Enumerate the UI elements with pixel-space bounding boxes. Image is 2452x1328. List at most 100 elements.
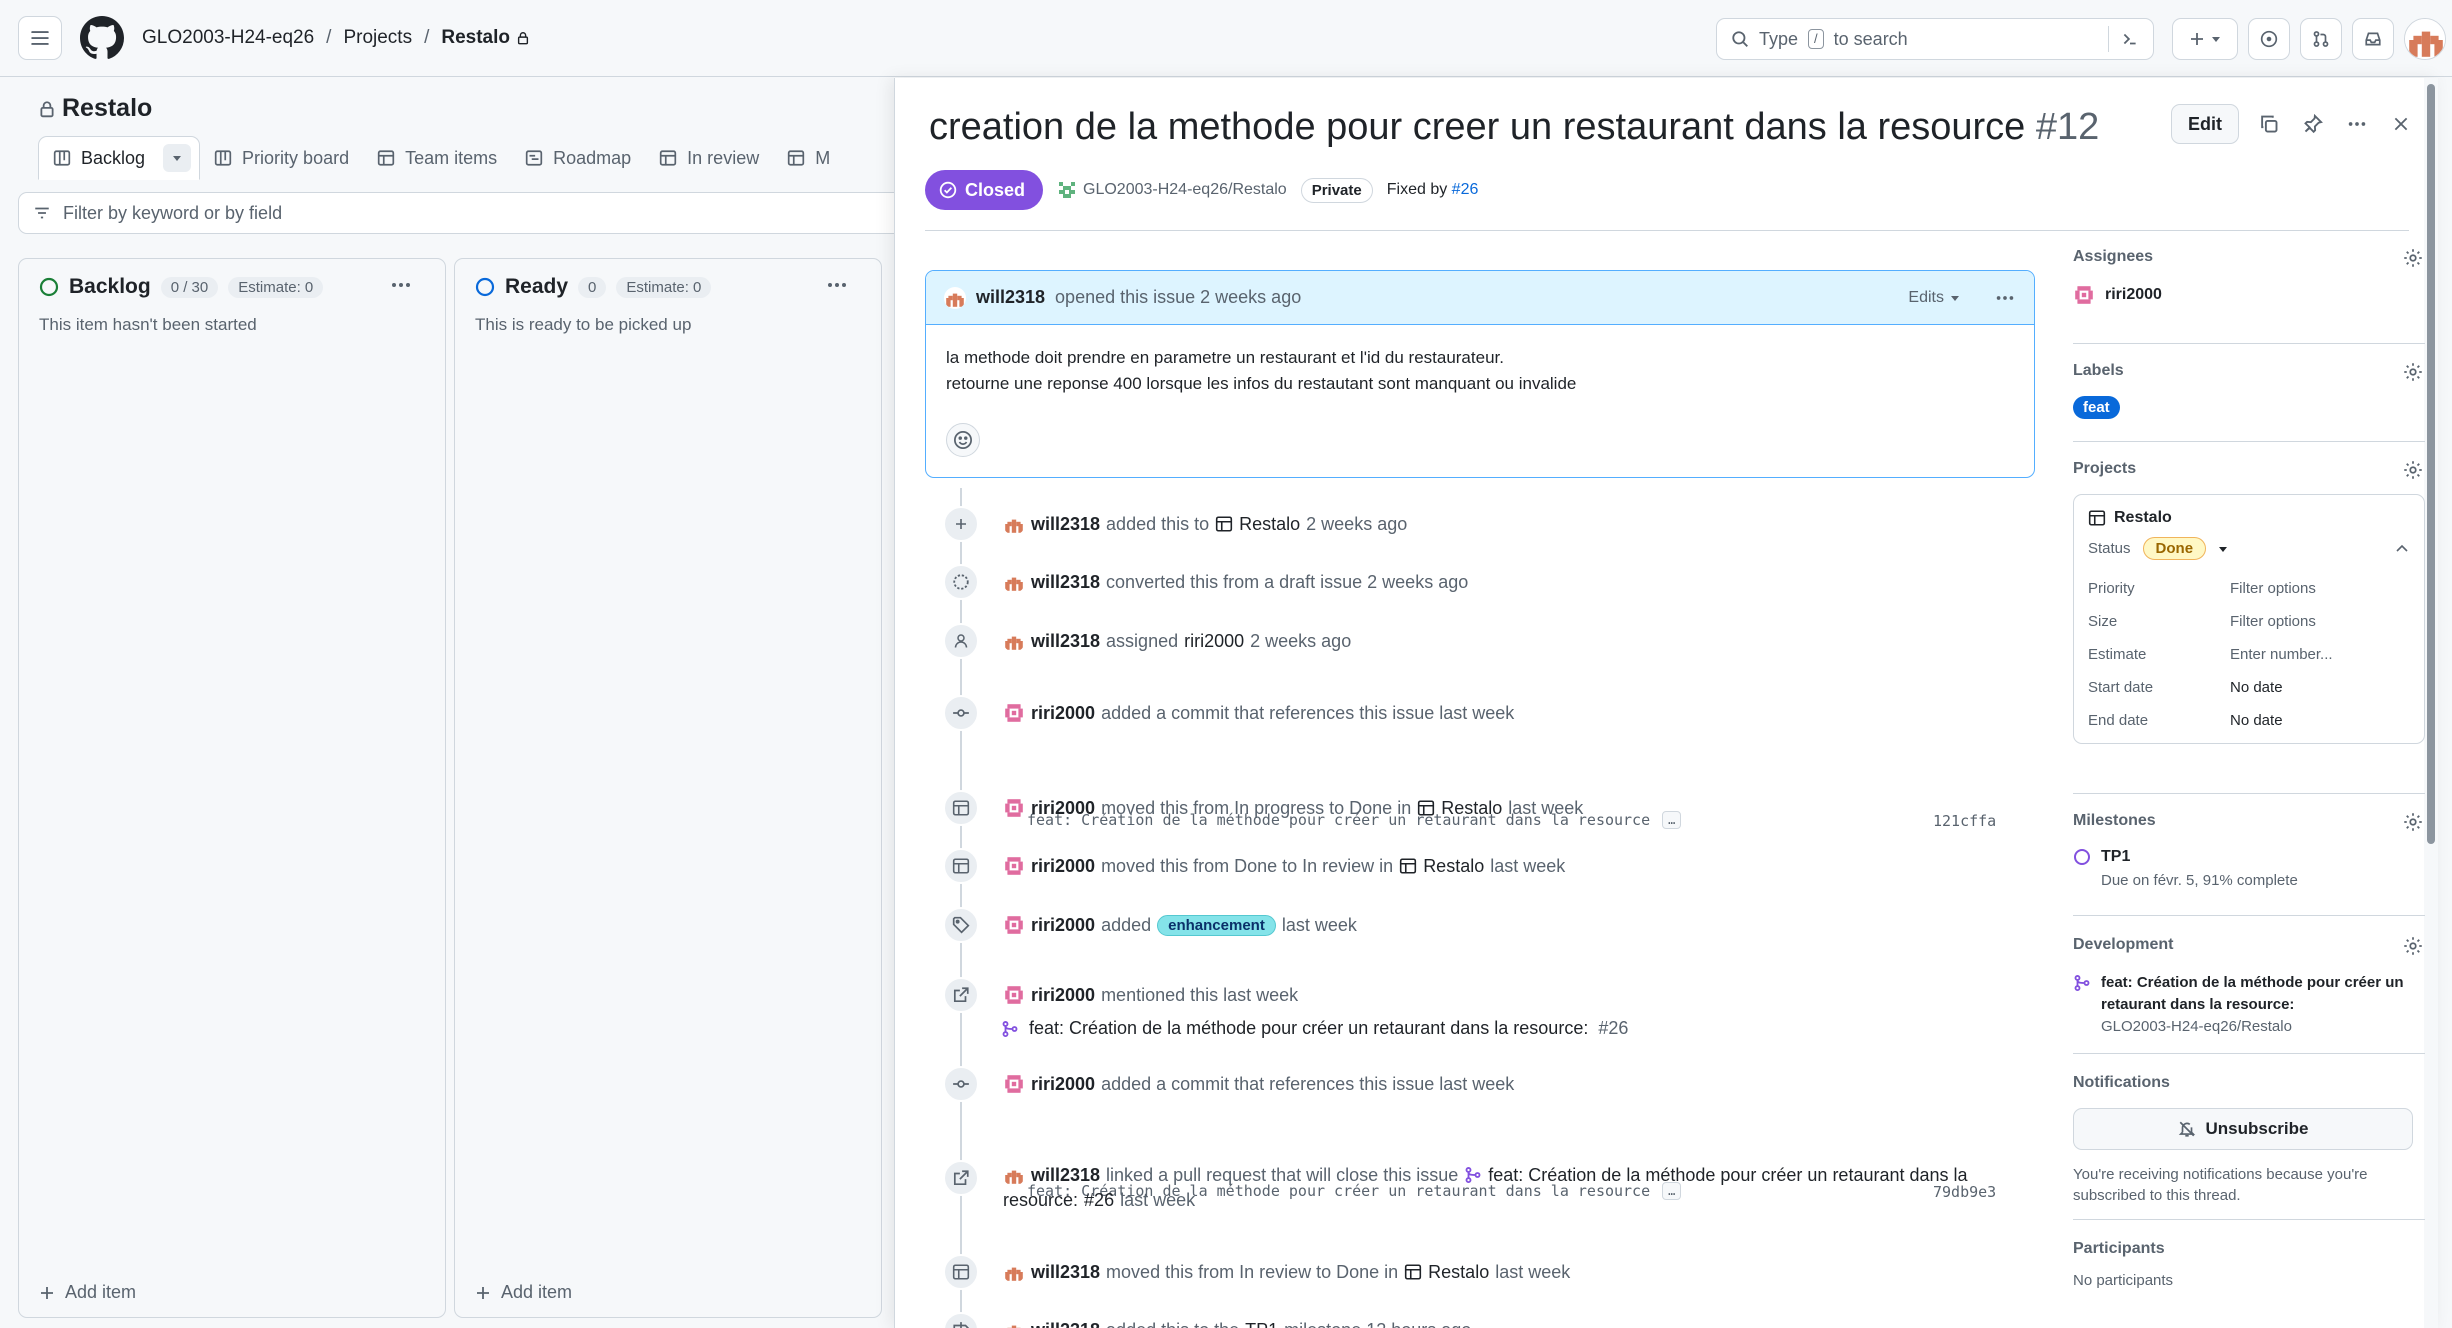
milestone-link[interactable]: TP1 bbox=[2073, 848, 2425, 866]
avatar[interactable] bbox=[1003, 702, 1025, 724]
event-user[interactable]: riri2000 bbox=[1031, 798, 1095, 819]
github-logo-icon[interactable] bbox=[80, 16, 124, 60]
comment-author[interactable]: will2318 bbox=[976, 287, 1045, 308]
project-field-estimate[interactable]: Estimate Enter number... bbox=[2088, 638, 2410, 671]
avatar[interactable] bbox=[1003, 855, 1025, 877]
avatar[interactable] bbox=[1003, 1319, 1025, 1328]
event-user[interactable]: will2318 bbox=[1031, 1320, 1100, 1328]
avatar[interactable] bbox=[1003, 1261, 1025, 1283]
event-user[interactable]: riri2000 bbox=[1031, 915, 1095, 936]
project-field-end-date[interactable]: End date No date bbox=[2088, 704, 2410, 737]
fixed-by-pr-link[interactable]: #26 bbox=[1452, 181, 1479, 198]
pull-request-title-cont[interactable]: resource: bbox=[1003, 1190, 1078, 1211]
edits-dropdown[interactable]: Edits bbox=[1908, 289, 1960, 307]
create-new-button[interactable] bbox=[2172, 18, 2238, 60]
pin-icon[interactable] bbox=[2299, 110, 2327, 138]
gear-icon[interactable] bbox=[2403, 936, 2423, 956]
expand-commit-button[interactable]: … bbox=[1662, 811, 1682, 829]
copy-icon[interactable] bbox=[2255, 110, 2283, 138]
issues-icon[interactable] bbox=[2248, 18, 2290, 60]
pull-request-number[interactable]: #26 bbox=[1084, 1190, 1114, 1211]
section-title: Development bbox=[2073, 936, 2174, 953]
breadcrumb-project[interactable]: Restalo bbox=[441, 27, 530, 49]
event-user[interactable]: riri2000 bbox=[1031, 856, 1095, 877]
tab-in-review[interactable]: In review bbox=[645, 138, 773, 178]
event-milestone-link[interactable]: TP1 bbox=[1245, 1320, 1278, 1328]
event-user[interactable]: will2318 bbox=[1031, 1165, 1100, 1186]
command-palette-icon[interactable] bbox=[2108, 26, 2139, 52]
gear-icon[interactable] bbox=[2403, 460, 2423, 480]
pull-request-title[interactable]: feat: Création de la méthode pour créer … bbox=[1488, 1165, 1967, 1186]
event-user[interactable]: will2318 bbox=[1031, 1262, 1100, 1283]
event-user[interactable]: will2318 bbox=[1031, 572, 1100, 593]
inbox-icon[interactable] bbox=[2352, 18, 2394, 60]
timeline-event: will2318 moved this from In review to Do… bbox=[943, 1254, 1570, 1290]
more-options-icon[interactable] bbox=[2343, 110, 2371, 138]
assignee[interactable]: riri2000 bbox=[2073, 284, 2425, 306]
menu-hamburger-icon[interactable] bbox=[18, 16, 62, 60]
add-reaction-icon[interactable] bbox=[946, 423, 980, 457]
tab-roadmap[interactable]: Roadmap bbox=[511, 138, 645, 178]
event-project-link[interactable]: Restalo bbox=[1239, 514, 1300, 535]
add-item-button[interactable]: Add item bbox=[39, 1282, 136, 1303]
repository-link[interactable]: GLO2003-H24-eq26/Restalo bbox=[1057, 180, 1287, 200]
enhancement-label[interactable]: enhancement bbox=[1157, 914, 1276, 936]
column-menu-icon[interactable] bbox=[825, 273, 849, 297]
breadcrumb-projects[interactable]: Projects bbox=[343, 27, 412, 49]
event-project-link[interactable]: Restalo bbox=[1441, 798, 1502, 819]
avatar[interactable] bbox=[1003, 984, 1025, 1006]
gear-icon[interactable] bbox=[2403, 248, 2423, 268]
avatar[interactable] bbox=[1003, 1164, 1025, 1186]
avatar[interactable] bbox=[1003, 513, 1025, 535]
tab-more[interactable]: M bbox=[773, 138, 844, 178]
chevron-up-icon[interactable] bbox=[2394, 541, 2410, 557]
avatar[interactable] bbox=[1003, 571, 1025, 593]
unsubscribe-button[interactable]: Unsubscribe bbox=[2073, 1108, 2413, 1150]
add-item-button[interactable]: Add item bbox=[475, 1282, 572, 1303]
avatar[interactable] bbox=[1003, 914, 1025, 936]
project-card-title[interactable]: Restalo bbox=[2088, 509, 2410, 527]
referenced-pull-request[interactable]: feat: Création de la méthode pour créer … bbox=[1001, 1018, 1628, 1039]
event-user[interactable]: riri2000 bbox=[1031, 703, 1095, 724]
pull-requests-icon[interactable] bbox=[2300, 18, 2342, 60]
panel-scrollbar[interactable] bbox=[2424, 78, 2438, 1328]
gear-icon[interactable] bbox=[2403, 812, 2423, 832]
status-done-pill[interactable]: Done bbox=[2142, 537, 2207, 560]
avatar[interactable] bbox=[1003, 797, 1025, 819]
development-section: Development feat: Création de la méthode… bbox=[2073, 916, 2425, 1054]
tab-priority-board[interactable]: Priority board bbox=[200, 138, 363, 178]
tab-backlog[interactable]: Backlog bbox=[38, 136, 201, 180]
event-project-link[interactable]: Restalo bbox=[1423, 856, 1484, 877]
avatar[interactable] bbox=[1003, 630, 1025, 652]
column-menu-icon[interactable] bbox=[389, 273, 413, 297]
commit-sha-link[interactable]: 121cffa bbox=[1933, 812, 1996, 830]
project-field-start-date[interactable]: Start date No date bbox=[2088, 671, 2410, 704]
project-field-priority[interactable]: Priority Filter options bbox=[2088, 572, 2410, 605]
event-user[interactable]: riri2000 bbox=[1031, 1074, 1095, 1095]
breadcrumb-org[interactable]: GLO2003-H24-eq26 bbox=[142, 27, 314, 49]
scrollbar-thumb[interactable] bbox=[2427, 84, 2435, 844]
filter-input[interactable]: Filter by keyword or by field bbox=[18, 192, 918, 234]
tab-team-items[interactable]: Team items bbox=[363, 138, 511, 178]
event-time: last week bbox=[1508, 797, 1584, 818]
comment-action: opened this issue 2 weeks ago bbox=[1055, 287, 1302, 307]
event-user[interactable]: will2318 bbox=[1031, 514, 1100, 535]
linked-pull-request[interactable]: feat: Création de la méthode pour créer … bbox=[2073, 972, 2425, 1035]
project-field-size[interactable]: Size Filter options bbox=[2088, 605, 2410, 638]
avatar[interactable] bbox=[1003, 1073, 1025, 1095]
user-avatar[interactable] bbox=[2404, 18, 2446, 60]
search-input[interactable]: Type / to search bbox=[1716, 18, 2154, 60]
event-assignee-link[interactable]: riri2000 bbox=[1184, 631, 1244, 652]
view-options-dropdown[interactable] bbox=[163, 144, 192, 172]
avatar[interactable] bbox=[944, 286, 966, 309]
event-project-link[interactable]: Restalo bbox=[1428, 1262, 1489, 1283]
caret-down-icon[interactable] bbox=[2218, 544, 2228, 554]
close-icon[interactable] bbox=[2387, 110, 2415, 138]
event-user[interactable]: riri2000 bbox=[1031, 985, 1095, 1006]
table-icon bbox=[943, 790, 979, 826]
comment-options-icon[interactable] bbox=[1994, 287, 2016, 309]
edit-title-button[interactable]: Edit bbox=[2171, 104, 2239, 144]
event-user[interactable]: will2318 bbox=[1031, 631, 1100, 652]
gear-icon[interactable] bbox=[2403, 362, 2423, 382]
feat-label[interactable]: feat bbox=[2073, 396, 2120, 419]
